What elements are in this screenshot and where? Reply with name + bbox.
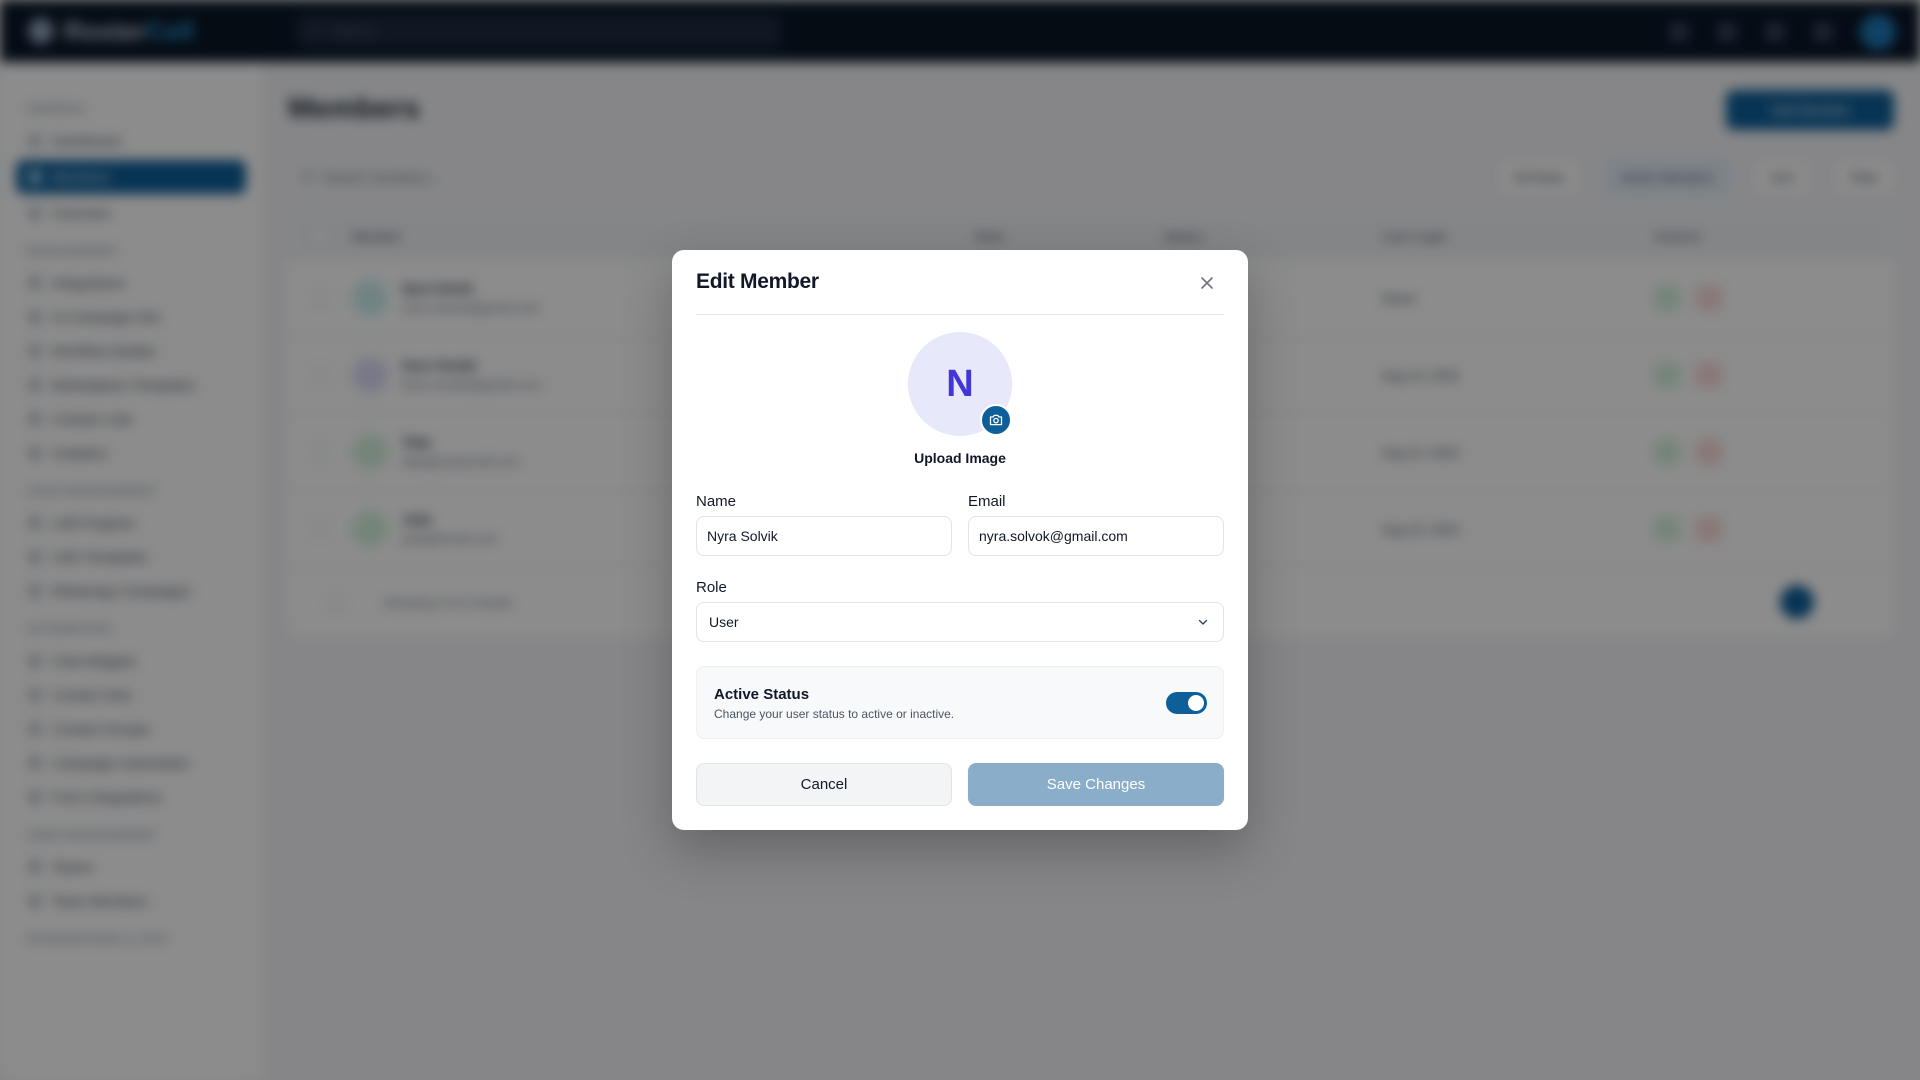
upload-image-label: Upload Image	[914, 450, 1006, 466]
modal-title: Edit Member	[696, 270, 819, 293]
upload-image-button[interactable]	[980, 404, 1012, 436]
role-select[interactable]: User	[696, 602, 1224, 642]
camera-icon	[989, 414, 1003, 426]
active-status-toggle[interactable]	[1166, 692, 1207, 714]
email-input[interactable]	[968, 516, 1224, 556]
close-button[interactable]	[1194, 270, 1220, 296]
status-title: Active Status	[714, 686, 810, 703]
active-status-card: Active Status Change your user status to…	[696, 666, 1224, 739]
chevron-down-icon	[1195, 614, 1211, 630]
edit-member-modal: Edit Member N Upload Image Name Email Ro…	[672, 250, 1248, 830]
name-input[interactable]	[696, 516, 952, 556]
toggle-knob	[1188, 695, 1204, 711]
save-changes-button[interactable]: Save Changes	[968, 763, 1224, 806]
cancel-button[interactable]: Cancel	[696, 763, 952, 806]
avatar-upload: N	[908, 332, 1012, 436]
email-label: Email	[968, 493, 1006, 510]
close-icon	[1201, 277, 1213, 289]
role-label: Role	[696, 579, 727, 596]
modal-header: Edit Member	[696, 250, 1224, 315]
status-description: Change your user status to active or ina…	[714, 707, 955, 721]
role-selected-value: User	[709, 614, 739, 630]
name-label: Name	[696, 493, 737, 510]
